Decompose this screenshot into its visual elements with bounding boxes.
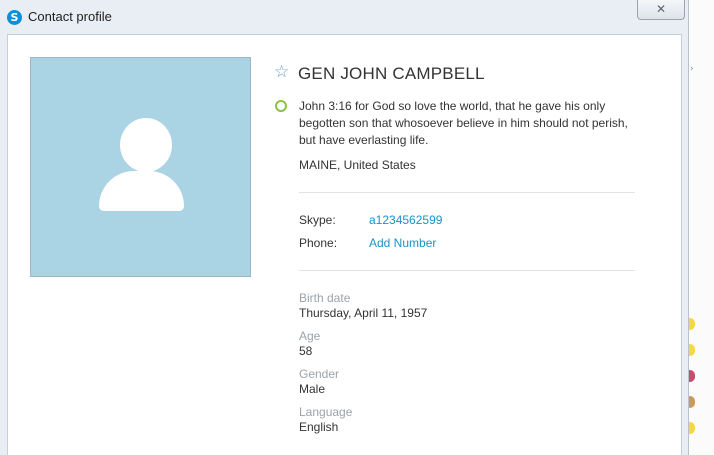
language-value: English — [299, 420, 339, 434]
add-number-link[interactable]: Add Number — [369, 236, 436, 250]
divider — [299, 192, 635, 193]
gender-value: Male — [299, 382, 326, 396]
language-label: Language — [299, 405, 353, 419]
avatar — [30, 57, 251, 277]
background-app-edge: › — [685, 0, 714, 455]
status-circle-icon — [275, 100, 287, 112]
mood-message: John 3:16 for God so love the world, tha… — [299, 99, 628, 147]
contact-location: MAINE, United States — [299, 158, 416, 172]
gender-label: Gender — [299, 367, 340, 381]
background-scroll-mark: › — [690, 64, 694, 74]
title-bar[interactable]: S Contact profile ✕ — [0, 0, 688, 34]
age-value: 58 — [299, 344, 313, 358]
skype-label: Skype: — [299, 213, 336, 227]
avatar-placeholder-head — [120, 118, 172, 172]
contact-profile-window: S Contact profile ✕ ☆ GEN JOHN CAMPBELL … — [0, 0, 689, 455]
close-button[interactable]: ✕ — [637, 0, 685, 20]
skype-icon: S — [7, 10, 22, 25]
avatar-placeholder-body — [99, 171, 184, 211]
window-title: Contact profile — [28, 9, 112, 24]
birth-date-label: Birth date — [299, 291, 351, 305]
contact-name: GEN JOHN CAMPBELL — [298, 64, 485, 83]
phone-label: Phone: — [299, 236, 338, 250]
skype-name-link[interactable]: a1234562599 — [369, 213, 442, 227]
profile-content: ☆ GEN JOHN CAMPBELL John 3:16 for God so… — [7, 34, 682, 455]
favorite-star-icon[interactable]: ☆ — [274, 62, 289, 82]
divider — [299, 270, 635, 271]
birth-date-value: Thursday, April 11, 1957 — [299, 306, 428, 320]
age-label: Age — [299, 329, 321, 343]
